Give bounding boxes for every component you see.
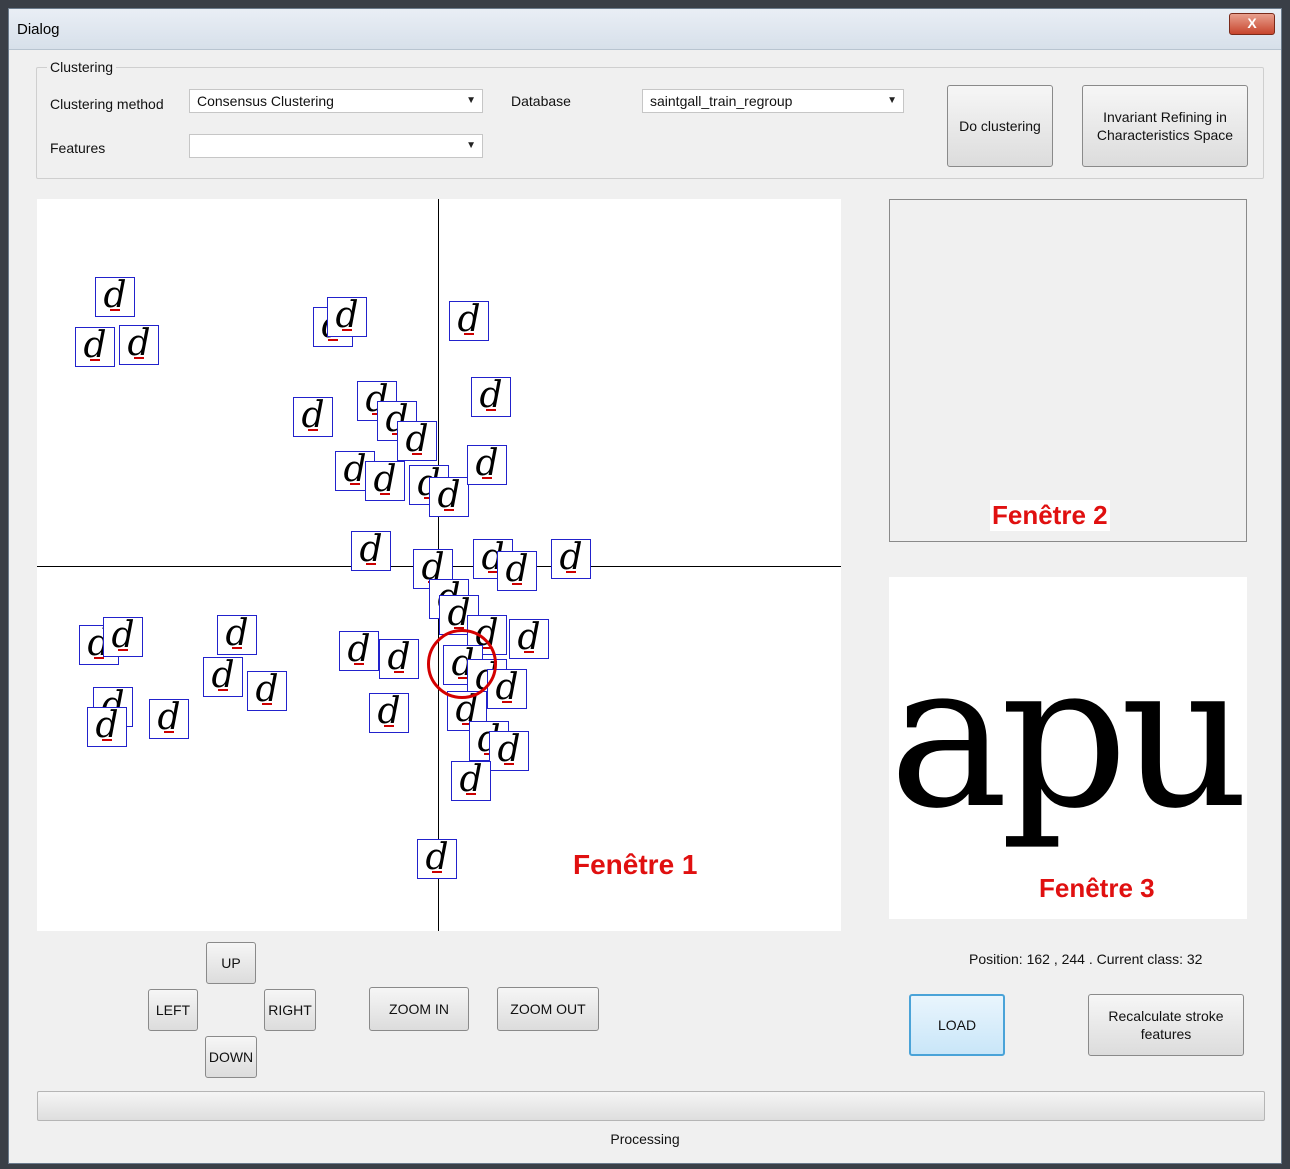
load-button[interactable]: LOAD	[909, 994, 1005, 1056]
selection-circle	[427, 629, 497, 699]
cluster-glyph-thumbnail[interactable]: d	[327, 297, 367, 337]
down-button[interactable]: DOWN	[205, 1036, 257, 1078]
cluster-glyph-thumbnail[interactable]: d	[119, 325, 159, 365]
cluster-glyph-thumbnail[interactable]: d	[471, 377, 511, 417]
cluster-glyph-thumbnail[interactable]: d	[149, 699, 189, 739]
cluster-glyph-thumbnail[interactable]: d	[551, 539, 591, 579]
dialog-window: Dialog X Clustering Clustering method Co…	[8, 8, 1282, 1164]
cluster-glyph-thumbnail[interactable]: d	[365, 461, 405, 501]
chevron-down-icon: ▼	[887, 95, 897, 106]
cluster-glyph-thumbnail[interactable]: d	[379, 639, 419, 679]
cluster-glyph-thumbnail[interactable]: d	[417, 839, 457, 879]
word-preview-view: apud Fenêtre 3	[889, 577, 1247, 919]
clustering-method-value: Consensus Clustering	[197, 93, 334, 109]
cluster-glyph-thumbnail[interactable]: d	[87, 707, 127, 747]
clustering-method-select[interactable]: Consensus Clustering ▼	[189, 89, 483, 113]
progress-bar	[37, 1091, 1265, 1121]
window3-tag: Fenêtre 3	[1039, 873, 1155, 903]
close-button[interactable]: X	[1229, 13, 1275, 35]
cluster-glyph-thumbnail[interactable]: d	[293, 397, 333, 437]
cluster-glyph-thumbnail[interactable]: d	[429, 477, 469, 517]
database-value: saintgall_train_regroup	[650, 93, 793, 109]
cluster-glyph-thumbnail[interactable]: d	[95, 277, 135, 317]
cluster-glyph-thumbnail[interactable]: d	[489, 731, 529, 771]
database-label: Database	[511, 93, 571, 109]
processing-label: Processing	[610, 1131, 680, 1147]
up-button[interactable]: UP	[206, 942, 256, 984]
highlighted-letter: d	[1241, 620, 1247, 853]
cluster-glyph-thumbnail[interactable]: d	[467, 445, 507, 485]
right-button[interactable]: RIGHT	[264, 989, 316, 1031]
cluster-glyph-thumbnail[interactable]: d	[247, 671, 287, 711]
sample-word: apud	[889, 587, 1247, 887]
features-label: Features	[50, 140, 106, 156]
recalculate-stroke-features-button[interactable]: Recalculate stroke features	[1088, 994, 1244, 1056]
position-status: Position: 162 , 244 . Current class: 32	[969, 951, 1203, 967]
window2-tag: Fenêtre 2	[990, 500, 1110, 531]
zoom-out-button[interactable]: ZOOM OUT	[497, 987, 599, 1031]
cluster-glyph-thumbnail[interactable]: d	[369, 693, 409, 733]
database-select[interactable]: saintgall_train_regroup ▼	[642, 89, 904, 113]
features-select[interactable]: ▼	[189, 134, 483, 158]
clustering-group-title: Clustering	[47, 59, 117, 75]
cluster-glyph-thumbnail[interactable]: d	[103, 617, 143, 657]
cluster-glyph-thumbnail[interactable]: d	[75, 327, 115, 367]
do-clustering-button[interactable]: Do clustering	[947, 85, 1053, 167]
clustering-method-label: Clustering method	[50, 96, 164, 112]
invariant-refining-button[interactable]: Invariant Refining in Characteristics Sp…	[1082, 85, 1248, 167]
detail-view: Fenêtre 2	[889, 199, 1247, 542]
cluster-glyph-thumbnail[interactable]: d	[339, 631, 379, 671]
cluster-glyph-thumbnail[interactable]: d	[397, 421, 437, 461]
cluster-glyph-thumbnail[interactable]: d	[351, 531, 391, 571]
cluster-glyph-thumbnail[interactable]: d	[449, 301, 489, 341]
cluster-scatter-view[interactable]: dddddddddddddddddddddddddddddddddddddddd…	[37, 199, 841, 931]
window1-tag: Fenêtre 1	[573, 849, 698, 880]
cluster-glyph-thumbnail[interactable]: d	[497, 551, 537, 591]
clustering-group	[36, 67, 1264, 179]
cluster-glyph-thumbnail[interactable]: d	[203, 657, 243, 697]
cluster-glyph-thumbnail[interactable]: d	[451, 761, 491, 801]
cluster-glyph-thumbnail[interactable]: d	[509, 619, 549, 659]
chevron-down-icon: ▼	[466, 140, 476, 151]
cluster-glyph-thumbnail[interactable]: d	[217, 615, 257, 655]
zoom-in-button[interactable]: ZOOM IN	[369, 987, 469, 1031]
title-bar[interactable]: Dialog X	[9, 9, 1281, 50]
window-title: Dialog	[17, 21, 60, 38]
chevron-down-icon: ▼	[466, 95, 476, 106]
left-button[interactable]: LEFT	[148, 989, 198, 1031]
